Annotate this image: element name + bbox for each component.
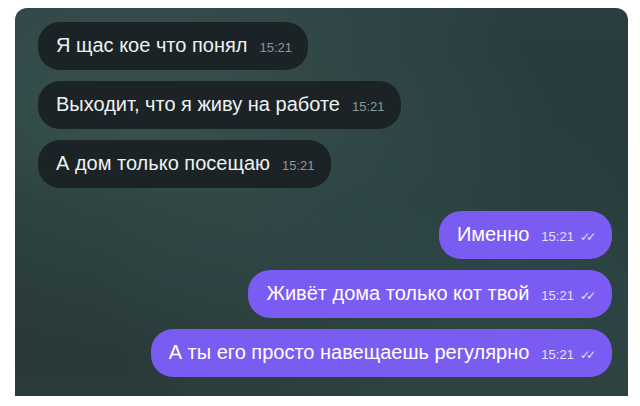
message-time: 15:21 xyxy=(541,225,574,249)
message-meta: 15:21 xyxy=(282,154,315,178)
message-text: Живёт дома только кот твой xyxy=(266,281,529,305)
message-list: Я щас кое что понял15:21Выходит, что я ж… xyxy=(38,22,612,377)
message-time: 15:21 xyxy=(541,284,574,308)
message-text: А дом только посещаю xyxy=(56,151,270,175)
message-time: 15:21 xyxy=(541,343,574,367)
message-text: Я щас кое что понял xyxy=(56,33,247,57)
message-meta: 15:21✓✓ xyxy=(541,225,596,249)
message-text: Выходит, что я живу на работе xyxy=(56,92,340,116)
message-row: Именно 15:21✓✓ xyxy=(38,211,612,259)
message-bubble[interactable]: А ты его просто навещаешь регулярно 15:21… xyxy=(151,329,612,377)
message-meta: 15:21✓✓ xyxy=(541,284,596,308)
message-meta: 15:21✓✓ xyxy=(541,343,596,367)
message-text: Именно xyxy=(457,222,529,246)
message-bubble[interactable]: Выходит, что я живу на работе 15:21 xyxy=(38,81,401,129)
message-bubble[interactable]: А дом только посещаю 15:21 xyxy=(38,140,331,188)
message-bubble[interactable]: Живёт дома только кот твой 15:21✓✓ xyxy=(248,270,612,318)
chat-panel: Я щас кое что понял15:21Выходит, что я ж… xyxy=(15,8,628,396)
message-meta: 15:21 xyxy=(259,36,292,60)
message-row: Живёт дома только кот твой 15:21✓✓ xyxy=(38,270,612,318)
message-row: Я щас кое что понял 15:21 xyxy=(38,22,612,70)
message-bubble[interactable]: Именно 15:21✓✓ xyxy=(439,211,612,259)
message-time: 15:21 xyxy=(259,36,292,60)
read-ticks-icon: ✓✓ xyxy=(580,225,596,249)
message-meta: 15:21 xyxy=(352,95,385,119)
read-ticks-icon: ✓✓ xyxy=(580,284,596,308)
message-time: 15:21 xyxy=(282,154,315,178)
message-time: 15:21 xyxy=(352,95,385,119)
read-ticks-icon: ✓✓ xyxy=(580,343,596,367)
message-row: Выходит, что я живу на работе 15:21 xyxy=(38,81,612,129)
message-text: А ты его просто навещаешь регулярно xyxy=(169,340,530,364)
message-bubble[interactable]: Я щас кое что понял 15:21 xyxy=(38,22,308,70)
message-row: А дом только посещаю 15:21 xyxy=(38,140,612,188)
message-row: А ты его просто навещаешь регулярно 15:21… xyxy=(38,329,612,377)
screenshot: Я щас кое что понял15:21Выходит, что я ж… xyxy=(0,0,640,406)
